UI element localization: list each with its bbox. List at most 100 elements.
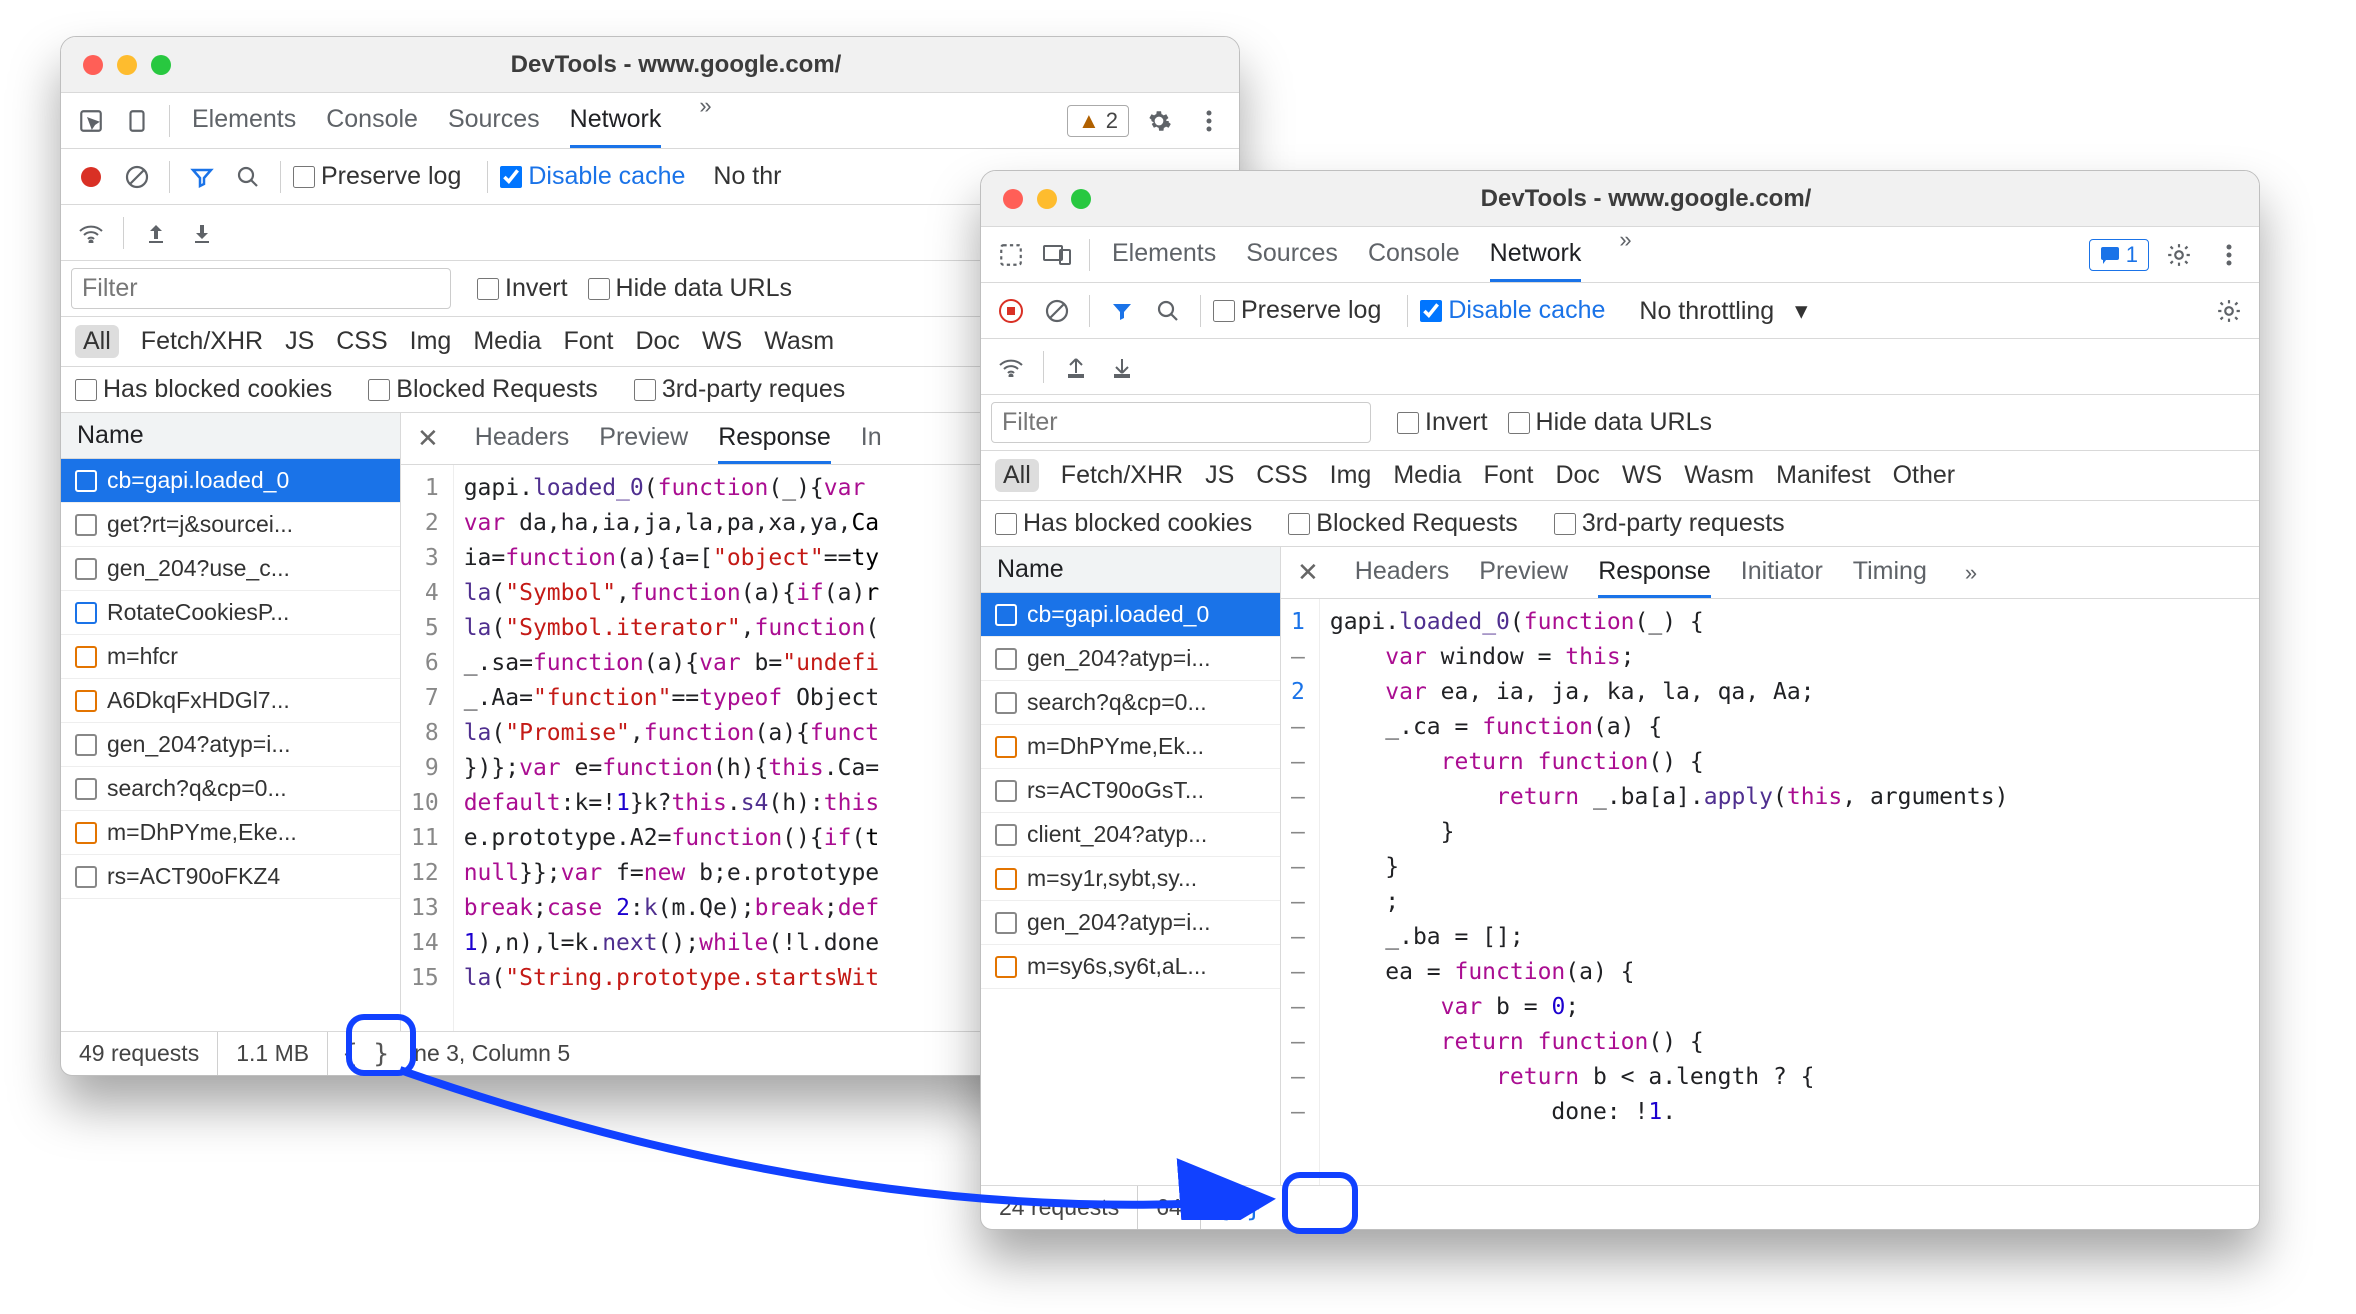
type-all[interactable]: All — [995, 459, 1039, 492]
throttling-select[interactable]: No thr — [713, 162, 781, 191]
preserve-log-checkbox[interactable]: Preserve log — [293, 162, 461, 191]
tab-elements[interactable]: Elements — [192, 93, 296, 148]
request-row[interactable]: get?rt=j&sourcei... — [61, 503, 400, 547]
blocked-cookies-checkbox[interactable]: Has blocked cookies — [995, 509, 1252, 538]
device-icon[interactable] — [117, 101, 157, 141]
record-icon[interactable] — [71, 157, 111, 197]
request-row[interactable]: rs=ACT90oGsT... — [981, 769, 1280, 813]
blocked-cookies-checkbox[interactable]: Has blocked cookies — [75, 375, 332, 404]
request-row[interactable]: m=sy6s,sy6t,aL... — [981, 945, 1280, 989]
tab-initiator[interactable]: Initiator — [1741, 547, 1823, 598]
tabs-overflow-icon[interactable]: » — [1611, 227, 1639, 282]
filter-input[interactable]: Filter — [71, 268, 451, 309]
filter-icon[interactable] — [1102, 291, 1142, 331]
filter-input[interactable]: Filter — [991, 402, 1371, 443]
tab-preview[interactable]: Preview — [599, 413, 688, 464]
type-css[interactable]: CSS — [1256, 461, 1307, 490]
upload-icon[interactable] — [136, 213, 176, 253]
download-icon[interactable] — [1102, 347, 1142, 387]
request-row[interactable]: gen_204?atyp=i... — [61, 723, 400, 767]
name-header[interactable]: Name — [981, 547, 1280, 593]
request-row[interactable]: gen_204?use_c... — [61, 547, 400, 591]
type-wasm[interactable]: Wasm — [1684, 461, 1754, 490]
request-row[interactable]: search?q&cp=0... — [61, 767, 400, 811]
request-row[interactable]: gen_204?atyp=i... — [981, 901, 1280, 945]
request-row[interactable]: gen_204?atyp=i... — [981, 637, 1280, 681]
type-js[interactable]: JS — [1205, 461, 1234, 490]
tab-response[interactable]: Response — [1598, 547, 1711, 598]
type-font[interactable]: Font — [563, 327, 613, 356]
search-icon[interactable] — [1148, 291, 1188, 331]
gear-icon[interactable] — [2159, 235, 2199, 275]
net-settings-icon[interactable] — [2209, 291, 2249, 331]
type-font[interactable]: Font — [1483, 461, 1533, 490]
clear-icon[interactable] — [1037, 291, 1077, 331]
hide-data-urls-checkbox[interactable]: Hide data URLs — [588, 274, 792, 303]
close-detail-icon[interactable]: ✕ — [1297, 557, 1319, 588]
type-wasm[interactable]: Wasm — [764, 327, 834, 356]
inspect-icon[interactable] — [71, 101, 111, 141]
tab-response[interactable]: Response — [718, 413, 831, 464]
request-row[interactable]: search?q&cp=0... — [981, 681, 1280, 725]
wifi-icon[interactable] — [71, 213, 111, 253]
minimize-icon[interactable] — [117, 55, 137, 75]
messages-badge[interactable]: 1 — [2089, 239, 2149, 271]
close-icon[interactable] — [1003, 189, 1023, 209]
issues-badge[interactable]: ▲2 — [1067, 105, 1129, 137]
request-row[interactable]: rs=ACT90oFKZ4 — [61, 855, 400, 899]
minimize-icon[interactable] — [1037, 189, 1057, 209]
tab-console[interactable]: Console — [326, 93, 418, 148]
request-row[interactable]: m=sy1r,sybt,sy... — [981, 857, 1280, 901]
type-ws[interactable]: WS — [702, 327, 742, 356]
kebab-icon[interactable] — [1189, 101, 1229, 141]
search-icon[interactable] — [228, 157, 268, 197]
tabs-overflow-icon[interactable]: » — [691, 93, 719, 148]
blocked-requests-checkbox[interactable]: Blocked Requests — [1288, 509, 1518, 538]
request-row[interactable]: cb=gapi.loaded_0 — [61, 459, 400, 503]
zoom-icon[interactable] — [151, 55, 171, 75]
type-fetch[interactable]: Fetch/XHR — [141, 327, 263, 356]
tab-headers[interactable]: Headers — [475, 413, 570, 464]
type-img[interactable]: Img — [1330, 461, 1372, 490]
zoom-icon[interactable] — [1071, 189, 1091, 209]
tab-timing[interactable]: Timing — [1853, 547, 1927, 598]
request-row[interactable]: A6DkqFxHDGl7... — [61, 679, 400, 723]
tab-network[interactable]: Network — [570, 93, 662, 148]
name-header[interactable]: Name — [61, 413, 400, 459]
hide-data-urls-checkbox[interactable]: Hide data URLs — [1508, 408, 1712, 437]
blocked-requests-checkbox[interactable]: Blocked Requests — [368, 375, 598, 404]
type-doc[interactable]: Doc — [635, 327, 679, 356]
type-img[interactable]: Img — [410, 327, 452, 356]
upload-icon[interactable] — [1056, 347, 1096, 387]
request-row[interactable]: m=DhPYme,Ek... — [981, 725, 1280, 769]
type-fetch[interactable]: Fetch/XHR — [1061, 461, 1183, 490]
type-manifest[interactable]: Manifest — [1776, 461, 1870, 490]
type-all[interactable]: All — [75, 325, 119, 358]
record-icon[interactable] — [991, 291, 1031, 331]
type-js[interactable]: JS — [285, 327, 314, 356]
tab-sources[interactable]: Sources — [1246, 227, 1338, 282]
tab-headers[interactable]: Headers — [1355, 547, 1450, 598]
tab-sources[interactable]: Sources — [448, 93, 540, 148]
request-row[interactable]: RotateCookiesP... — [61, 591, 400, 635]
tab-preview[interactable]: Preview — [1479, 547, 1568, 598]
tab-console[interactable]: Console — [1368, 227, 1460, 282]
throttling-select[interactable]: No throttling ▾ — [1639, 296, 1807, 326]
third-party-checkbox[interactable]: 3rd-party requests — [1554, 509, 1785, 538]
request-row[interactable]: m=DhPYme,Eke... — [61, 811, 400, 855]
type-doc[interactable]: Doc — [1555, 461, 1599, 490]
tab-elements[interactable]: Elements — [1112, 227, 1216, 282]
tab-network[interactable]: Network — [1490, 227, 1582, 282]
invert-checkbox[interactable]: Invert — [477, 274, 568, 303]
wifi-icon[interactable] — [991, 347, 1031, 387]
kebab-icon[interactable] — [2209, 235, 2249, 275]
inspect-icon[interactable] — [991, 235, 1031, 275]
type-css[interactable]: CSS — [336, 327, 387, 356]
tabs-overflow-icon[interactable]: » — [1957, 560, 1985, 586]
device-icon[interactable] — [1037, 235, 1077, 275]
invert-checkbox[interactable]: Invert — [1397, 408, 1488, 437]
download-icon[interactable] — [182, 213, 222, 253]
gear-icon[interactable] — [1139, 101, 1179, 141]
type-media[interactable]: Media — [473, 327, 541, 356]
request-row[interactable]: m=hfcr — [61, 635, 400, 679]
